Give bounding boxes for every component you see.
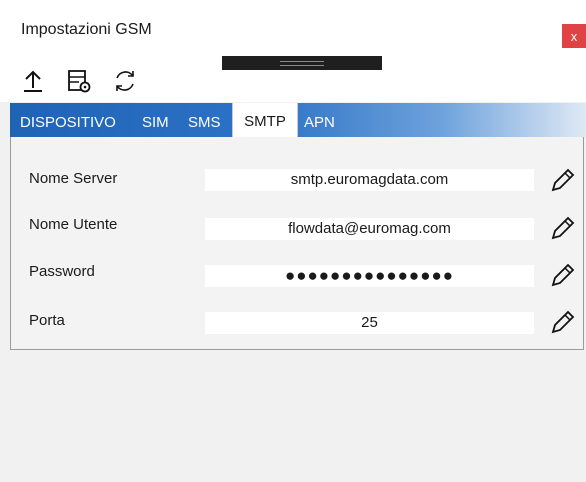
drag-handle[interactable] xyxy=(222,56,382,70)
close-button[interactable]: x xyxy=(562,24,586,48)
tab-smtp[interactable]: SMTP xyxy=(232,103,298,137)
pencil-icon xyxy=(551,168,575,192)
refresh-icon xyxy=(116,71,134,91)
password-label: Password xyxy=(29,263,95,280)
refresh-button[interactable] xyxy=(110,66,140,96)
username-value: flowdata@euromag.com xyxy=(205,218,534,240)
edit-password-button[interactable] xyxy=(548,260,578,290)
edit-username-button[interactable] xyxy=(548,213,578,243)
server-name-label: Nome Server xyxy=(29,170,118,187)
pencil-icon xyxy=(551,263,575,287)
settings-file-button[interactable] xyxy=(64,66,94,96)
port-value: 25 xyxy=(205,312,534,334)
pencil-icon xyxy=(551,310,575,334)
tab-sim[interactable]: SIM xyxy=(142,103,169,137)
close-icon: x xyxy=(570,28,578,44)
upload-icon xyxy=(24,70,42,92)
port-label: Porta xyxy=(29,312,65,329)
window-title: Impostazioni GSM xyxy=(21,21,152,38)
empty-area xyxy=(10,352,586,482)
password-value: ●●●●●●●●●●●●●●● xyxy=(205,265,534,287)
server-name-value: smtp.euromagdata.com xyxy=(205,169,534,191)
edit-server-button[interactable] xyxy=(548,165,578,195)
edit-port-button[interactable] xyxy=(548,307,578,337)
grip-lines xyxy=(280,60,324,66)
settings-file-icon xyxy=(68,70,91,93)
tab-sms[interactable]: SMS xyxy=(188,103,221,137)
pencil-icon xyxy=(551,216,575,240)
tab-apn[interactable]: APN xyxy=(304,103,335,137)
username-label: Nome Utente xyxy=(29,216,118,233)
upload-button[interactable] xyxy=(18,66,48,96)
tab-dispositivo[interactable]: DISPOSITIVO xyxy=(20,103,116,137)
